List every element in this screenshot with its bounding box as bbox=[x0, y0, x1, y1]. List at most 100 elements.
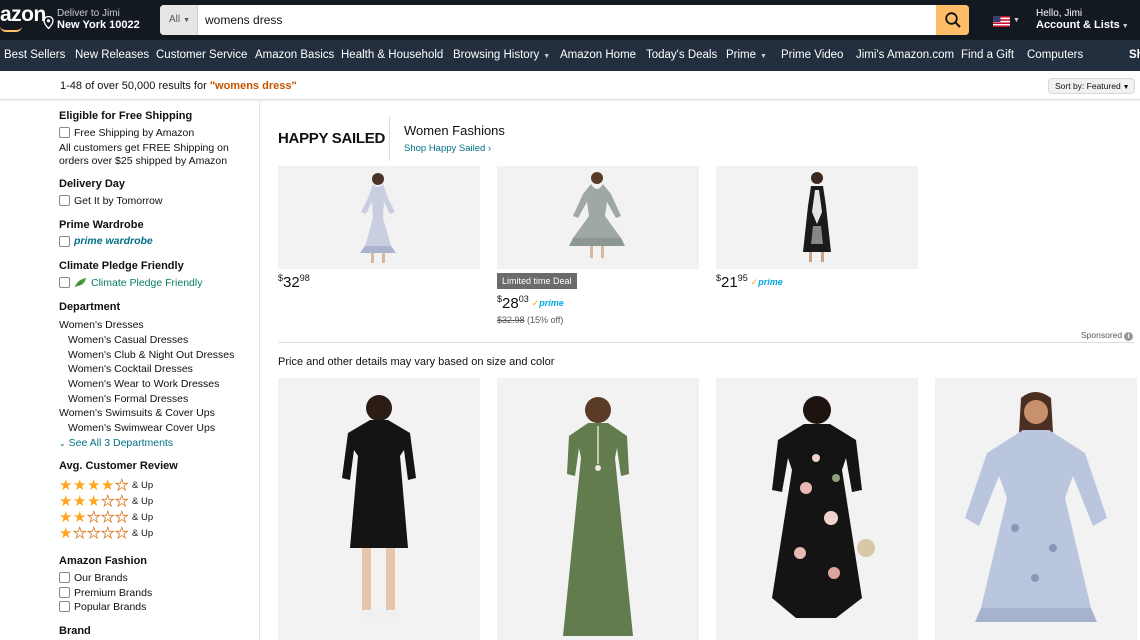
premium-brands-checkbox[interactable] bbox=[59, 587, 70, 598]
dept-formal-dresses[interactable]: Women's Formal Dresses bbox=[68, 393, 188, 405]
nav-new-releases[interactable]: New Releases bbox=[75, 49, 149, 61]
free-shipping-label[interactable]: Free Shipping by Amazon bbox=[74, 127, 194, 139]
climate-pledge-checkbox[interactable] bbox=[59, 277, 70, 288]
see-all-departments-label: See All 3 Departments bbox=[68, 437, 174, 449]
account-and-lists[interactable]: Hello, Jimi Account & Lists ▼ bbox=[1036, 8, 1129, 31]
sponsored-product-image-2[interactable] bbox=[497, 166, 699, 269]
dept-casual-dresses[interactable]: Women's Casual Dresses bbox=[68, 334, 188, 346]
results-summary: 1-48 of over 50,000 results for "womens … bbox=[60, 80, 297, 92]
sponsored-price-2[interactable]: $2803 ✓prime bbox=[497, 294, 564, 312]
search-category-label: All bbox=[169, 14, 181, 25]
was-price: $32.98 (15% off) bbox=[497, 315, 563, 325]
search-button[interactable] bbox=[936, 5, 969, 35]
amazon-logo[interactable]: azon bbox=[0, 3, 46, 27]
nav-jimis-amazon[interactable]: Jimi's Amazon.com bbox=[856, 49, 954, 61]
us-flag-icon[interactable] bbox=[993, 16, 1010, 27]
premium-brands-label[interactable]: Premium Brands bbox=[74, 587, 152, 599]
popular-brands-checkbox[interactable] bbox=[59, 601, 70, 612]
rating-3-up[interactable]: ★★★★★ & Up bbox=[59, 493, 154, 510]
rating-2-up[interactable]: ★★★★★ & Up bbox=[59, 509, 153, 526]
star-empty-icon: ★ bbox=[115, 509, 129, 526]
see-all-departments-link[interactable]: ⌄ See All 3 Departments bbox=[59, 437, 173, 449]
star-full-icon: ★ bbox=[59, 525, 73, 542]
product-card-image-1[interactable] bbox=[278, 378, 480, 640]
dept-womens-dresses[interactable]: Women's Dresses bbox=[59, 319, 144, 331]
sponsored-price-1[interactable]: $3298 bbox=[278, 273, 310, 291]
delivery-day-checkbox[interactable] bbox=[59, 195, 70, 206]
results-info-bar: 1-48 of over 50,000 results for "womens … bbox=[0, 71, 1140, 100]
rating-4-up[interactable]: ★★★★★ & Up bbox=[59, 477, 154, 494]
nav-best-sellers[interactable]: Best Sellers bbox=[4, 49, 65, 61]
popular-brands-label[interactable]: Popular Brands bbox=[74, 601, 146, 613]
nav-health-household[interactable]: Health & Household bbox=[341, 49, 443, 61]
brand-heading: Brand bbox=[59, 625, 91, 637]
delivery-day-heading: Delivery Day bbox=[59, 178, 126, 190]
language-chevron-icon: ▼ bbox=[1013, 17, 1020, 24]
nav-shop-truncated[interactable]: Sh bbox=[1129, 49, 1140, 61]
sponsored-product-image-3[interactable] bbox=[716, 166, 918, 269]
nav-todays-deals[interactable]: Today's Deals bbox=[646, 49, 717, 61]
logo-text: azon bbox=[0, 3, 46, 26]
price-fraction: 95 bbox=[737, 273, 748, 283]
floral-dress-image bbox=[360, 173, 396, 263]
black-tshirt-dress-image bbox=[342, 395, 416, 622]
limited-time-deal-badge: Limited time Deal bbox=[497, 273, 577, 289]
brand-divider bbox=[389, 117, 390, 161]
green-maxi-dress-image bbox=[563, 397, 633, 636]
nav-prime-video[interactable]: Prime Video bbox=[781, 49, 843, 61]
climate-pledge-label[interactable]: Climate Pledge Friendly bbox=[91, 277, 202, 289]
free-shipping-checkbox[interactable] bbox=[59, 127, 70, 138]
nav-prime[interactable]: Prime ▼ bbox=[726, 49, 767, 61]
dept-swimwear-cover-ups[interactable]: Women's Swimwear Cover Ups bbox=[68, 422, 215, 434]
sponsored-text: Sponsored bbox=[1081, 330, 1123, 340]
account-greeting: Hello, Jimi bbox=[1036, 8, 1083, 19]
dept-club-night-dresses[interactable]: Women's Club & Night Out Dresses bbox=[68, 349, 234, 361]
nav-browsing-history[interactable]: Browsing History ▼ bbox=[453, 49, 550, 61]
product-card-image-2[interactable] bbox=[497, 378, 699, 640]
dept-work-dresses[interactable]: Women's Wear to Work Dresses bbox=[68, 378, 219, 390]
prime-wardrobe-label[interactable]: prime wardrobe bbox=[74, 235, 153, 247]
free-shipping-heading: Eligible for Free Shipping bbox=[59, 110, 193, 122]
price-details-note: Price and other details may vary based o… bbox=[278, 356, 555, 368]
sponsored-label[interactable]: Sponsored i bbox=[1081, 330, 1134, 341]
nav-customer-service[interactable]: Customer Service bbox=[156, 49, 247, 61]
dept-swimsuits-cover-ups[interactable]: Women's Swimsuits & Cover Ups bbox=[59, 407, 215, 419]
prime-label: prime bbox=[758, 277, 783, 287]
sort-dropdown[interactable]: Sort by: Featured ▼ bbox=[1048, 78, 1135, 94]
sponsored-product-image-1[interactable] bbox=[278, 166, 480, 269]
price-whole: 21 bbox=[721, 274, 738, 291]
product-card-image-3[interactable] bbox=[716, 378, 918, 640]
star-empty-icon: ★ bbox=[101, 525, 115, 542]
nav-amazon-home[interactable]: Amazon Home bbox=[560, 49, 636, 61]
search-input[interactable] bbox=[198, 5, 936, 35]
chevron-down-icon: ▼ bbox=[1121, 23, 1129, 30]
our-brands-label[interactable]: Our Brands bbox=[74, 572, 128, 584]
price-fraction: 03 bbox=[518, 294, 529, 304]
rating-up-label: & Up bbox=[132, 496, 154, 507]
search-bar: All ▼ bbox=[160, 5, 969, 35]
our-brands-checkbox[interactable] bbox=[59, 572, 70, 583]
prime-wardrobe-checkbox[interactable] bbox=[59, 236, 70, 247]
brand-title[interactable]: Women Fashions bbox=[404, 123, 505, 138]
star-full-icon: ★ bbox=[73, 477, 87, 494]
star-empty-icon: ★ bbox=[115, 493, 129, 510]
star-full-icon: ★ bbox=[59, 477, 73, 494]
nav-computers[interactable]: Computers bbox=[1027, 49, 1083, 61]
blue-floral-boho-dress-image bbox=[965, 392, 1107, 622]
results-query: "womens dress" bbox=[209, 80, 297, 92]
sponsored-price-3[interactable]: $2195 ✓prime bbox=[716, 273, 783, 291]
search-category-dropdown[interactable]: All ▼ bbox=[160, 5, 198, 35]
prime-badge-icon: ✓prime bbox=[532, 298, 564, 308]
search-icon bbox=[944, 12, 961, 28]
prime-wardrobe-heading: Prime Wardrobe bbox=[59, 219, 144, 231]
rating-up-label: & Up bbox=[132, 480, 154, 491]
happy-sailed-logo[interactable]: HAPPY SAILED bbox=[278, 130, 385, 147]
nav-amazon-basics[interactable]: Amazon Basics bbox=[255, 49, 334, 61]
nav-find-a-gift[interactable]: Find a Gift bbox=[961, 49, 1014, 61]
dept-cocktail-dresses[interactable]: Women's Cocktail Dresses bbox=[68, 363, 193, 375]
shop-brand-link[interactable]: Shop Happy Sailed › bbox=[404, 143, 491, 154]
delivery-day-label[interactable]: Get It by Tomorrow bbox=[74, 195, 163, 207]
star-empty-icon: ★ bbox=[115, 525, 129, 542]
rating-1-up[interactable]: ★★★★★ & Up bbox=[59, 525, 153, 542]
product-card-image-4[interactable] bbox=[935, 378, 1137, 640]
